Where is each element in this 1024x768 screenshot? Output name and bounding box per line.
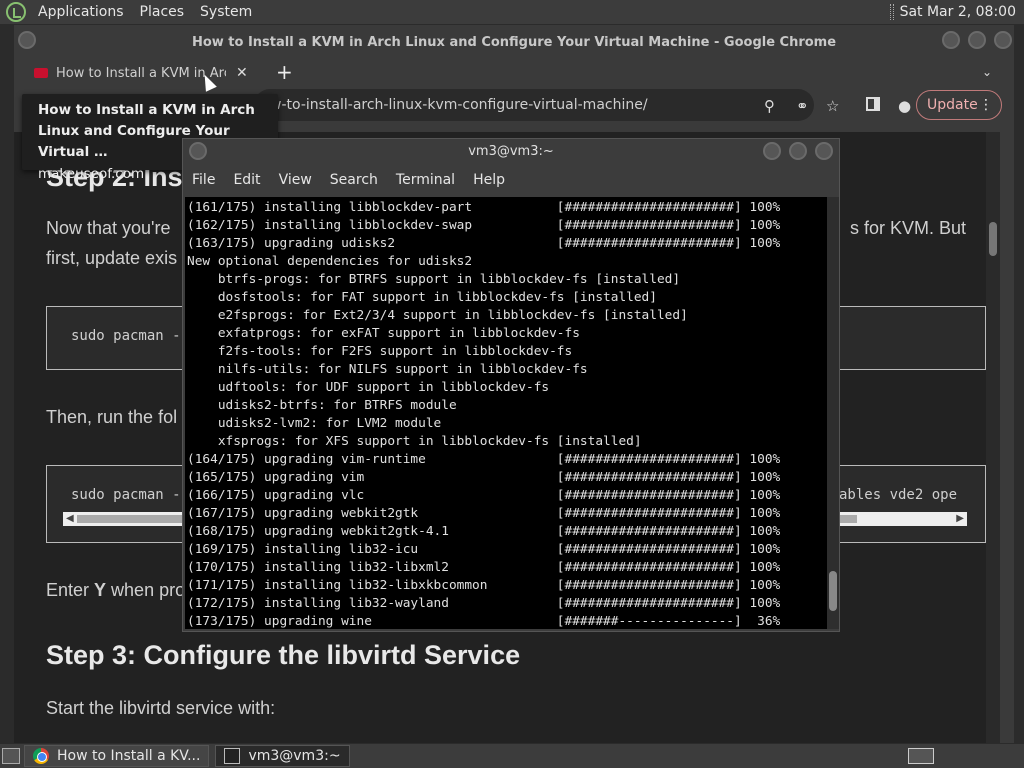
update-label: Update <box>927 97 978 113</box>
terminal-line: (172/175) installing lib32-wayland [####… <box>187 596 781 611</box>
terminal-menu-edit[interactable]: Edit <box>224 172 269 188</box>
clock[interactable]: Sat Mar 2, 08:00 <box>900 4 1024 20</box>
terminal-line: dosfstools: for FAT support in libblockd… <box>187 290 657 305</box>
terminal-minimize-icon[interactable] <box>763 142 781 160</box>
scroll-left-icon[interactable]: ◀ <box>66 512 74 526</box>
profile-avatar-icon[interactable]: ● <box>898 97 911 115</box>
terminal-icon <box>224 748 241 764</box>
terminal-menu-help[interactable]: Help <box>464 172 514 188</box>
minimize-icon[interactable] <box>942 31 960 49</box>
taskbar-terminal[interactable]: vm3@vm3:~ <box>215 745 350 767</box>
terminal-titlebar[interactable]: vm3@vm3:~ <box>183 139 839 165</box>
para3: Enter Y when pro <box>46 575 185 605</box>
close-icon[interactable] <box>994 31 1012 49</box>
update-button[interactable]: Update ⋮ <box>916 90 1002 120</box>
terminal-line: udisks2-lvm2: for LVM2 module <box>187 416 442 431</box>
terminal-line: (166/175) upgrading vlc [###############… <box>187 488 781 503</box>
menu-system[interactable]: System <box>192 0 260 24</box>
terminal-line: btrfs-progs: for BTRFS support in libblo… <box>187 272 681 287</box>
distro-logo-icon[interactable] <box>6 2 26 22</box>
terminal-line: (171/175) installing lib32-libxkbcommon … <box>187 578 781 593</box>
search-icon[interactable]: ⚲ <box>764 97 775 115</box>
bottom-taskbar: How to Install a KV... vm3@vm3:~ <box>0 744 1024 768</box>
terminal-line: (168/175) upgrading webkit2gtk-4.1 [####… <box>187 524 781 539</box>
address-bar[interactable]: w-to-install-arch-linux-kvm-configure-vi… <box>254 89 814 121</box>
para1-left: Now that you're <box>46 218 171 238</box>
terminal-line: xfsprogs: for XFS support in libblockdev… <box>187 434 642 449</box>
terminal-line: (173/175) upgrading wine [#######-------… <box>187 614 781 629</box>
terminal-menu-search[interactable]: Search <box>321 172 387 188</box>
terminal-line: New optional dependencies for udisks2 <box>187 254 473 269</box>
terminal-line: udisks2-btrfs: for BTRFS module <box>187 398 457 413</box>
terminal-line: (165/175) upgrading vim [###############… <box>187 470 781 485</box>
terminal-line: (169/175) installing lib32-icu [########… <box>187 542 781 557</box>
new-tab-button[interactable]: + <box>276 60 293 84</box>
panel-handle[interactable] <box>889 4 894 20</box>
taskbar-chrome-label: How to Install a KV... <box>57 748 201 764</box>
terminal-menu-view[interactable]: View <box>270 172 321 188</box>
para1-right: s for KVM. But <box>850 218 967 238</box>
menu-applications[interactable]: Applications <box>30 0 132 24</box>
chrome-menu-icon[interactable]: ⋮ <box>979 91 993 119</box>
terminal-line: udftools: for UDF support in libblockdev… <box>187 380 550 395</box>
terminal-lines: (161/175) installing libblockdev-part [#… <box>187 199 780 629</box>
bookmark-star-icon[interactable]: ☆ <box>826 97 839 115</box>
heading-step3: Step 3: Configure the libvirtd Service <box>46 640 521 670</box>
para2: Then, run the fol <box>46 407 178 427</box>
chrome-window-title: How to Install a KVM in Arch Linux and C… <box>191 34 837 50</box>
terminal-window-menu-icon[interactable] <box>189 142 207 160</box>
terminal-maximize-icon[interactable] <box>789 142 807 160</box>
terminal-menu-terminal[interactable]: Terminal <box>387 172 464 188</box>
show-desktop-icon[interactable] <box>2 748 20 764</box>
code-1: sudo pacman - <box>71 328 181 344</box>
site-favicon-icon <box>34 68 48 78</box>
chrome-titlebar[interactable]: How to Install a KVM in Arch Linux and C… <box>14 25 1014 59</box>
terminal-line: (164/175) upgrading vim-runtime [#######… <box>187 452 781 467</box>
terminal-line: e2fsprogs: for Ext2/3/4 support in libbl… <box>187 308 688 323</box>
terminal-menubar: File Edit View Search Terminal Help <box>183 165 839 195</box>
page-vertical-scrollbar[interactable] <box>986 132 1000 743</box>
code-2-left: sudo pacman - <box>71 487 181 503</box>
terminal-scrollbar-thumb[interactable] <box>829 571 837 611</box>
terminal-line: (162/175) installing libblockdev-swap [#… <box>187 218 781 233</box>
tabstrip: How to Install a KVM in Arch Linux and C… <box>14 59 1014 87</box>
terminal-scrollbar[interactable] <box>827 197 839 629</box>
terminal-line: (167/175) upgrading webkit2gtk [########… <box>187 506 781 521</box>
terminal-close-icon[interactable] <box>815 142 833 160</box>
window-menu-icon[interactable] <box>18 31 36 49</box>
taskbar-chrome[interactable]: How to Install a KV... <box>24 745 210 767</box>
share-icon[interactable]: ⚭ <box>796 97 809 115</box>
terminal-line: (161/175) installing libblockdev-part [#… <box>187 200 781 215</box>
para3-prefix: Enter <box>46 580 95 600</box>
terminal-line: nilfs-utils: for NILFS support in libblo… <box>187 362 588 377</box>
tab-search-icon[interactable]: ⌄ <box>982 65 992 79</box>
browser-tab[interactable]: How to Install a KVM in Arch Linux and C… <box>24 59 264 87</box>
scroll-right-icon[interactable]: ▶ <box>956 512 964 526</box>
para3-bold: Y <box>94 580 107 600</box>
page-scrollbar-thumb[interactable] <box>989 222 997 256</box>
terminal-output[interactable]: (161/175) installing libblockdev-part [#… <box>185 197 827 629</box>
side-panel-icon[interactable] <box>866 97 880 111</box>
terminal-line: f2fs-tools: for F2FS support in libblock… <box>187 344 573 359</box>
menu-places[interactable]: Places <box>132 0 193 24</box>
terminal-line: (163/175) upgrading udisks2 [###########… <box>187 236 781 251</box>
taskbar-terminal-label: vm3@vm3:~ <box>248 748 341 764</box>
terminal-menu-file[interactable]: File <box>183 172 224 188</box>
tab-close-icon[interactable]: ✕ <box>236 65 248 81</box>
terminal-line: exfatprogs: for exFAT support in libbloc… <box>187 326 580 341</box>
workspace-switcher-icon[interactable] <box>908 748 934 764</box>
top-panel: Applications Places System Sat Mar 2, 08… <box>0 0 1024 24</box>
terminal-title: vm3@vm3:~ <box>468 144 554 159</box>
terminal-window: vm3@vm3:~ File Edit View Search Terminal… <box>182 138 840 632</box>
chrome-icon <box>33 748 49 764</box>
para3-rest: when pro <box>106 580 186 600</box>
code-2-right: ables vde2 ope <box>839 487 958 503</box>
para1-line2: first, update exis <box>46 248 178 268</box>
terminal-line: (170/175) installing lib32-libxml2 [####… <box>187 560 781 575</box>
maximize-icon[interactable] <box>968 31 986 49</box>
para4: Start the libvirtd service with: <box>46 698 276 718</box>
